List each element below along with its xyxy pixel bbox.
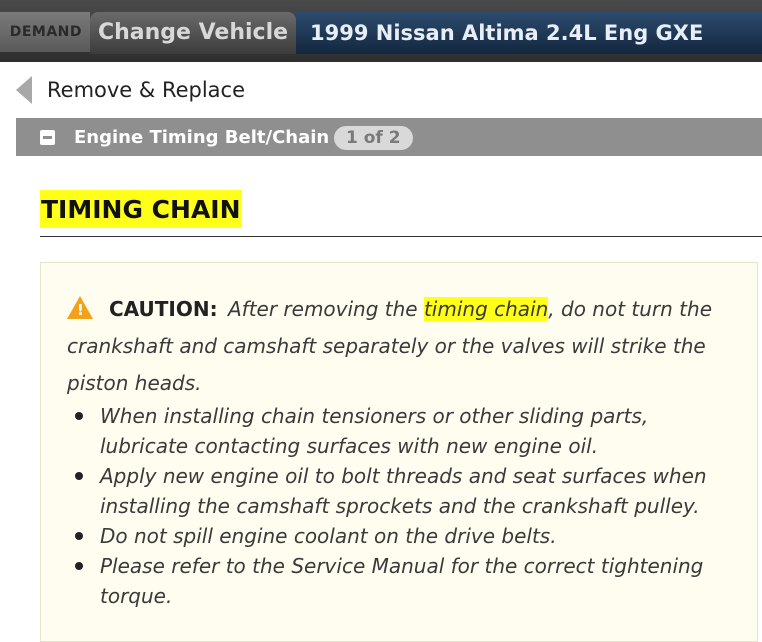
back-link-label[interactable]: Remove & Replace	[47, 78, 245, 102]
caution-label: CAUTION:	[109, 297, 218, 321]
caution-highlight: timing chain	[423, 297, 549, 321]
back-link[interactable]: Remove & Replace	[0, 70, 762, 112]
caution-bullet-list: When installing chain tensioners or othe…	[67, 401, 737, 611]
vehicle-title: 1999 Nissan Altima 2.4L Eng GXE	[296, 12, 762, 54]
list-item: Do not spill engine coolant on the drive…	[67, 521, 737, 551]
list-item: Apply new engine oil to bolt threads and…	[67, 461, 737, 521]
top-bar: DEMAND Change Vehicle 1999 Nissan Altima…	[0, 0, 762, 62]
back-arrow-icon[interactable]	[16, 76, 32, 104]
page-indicator[interactable]: 1 of 2	[334, 126, 413, 150]
section-header: Engine Timing Belt/Chain 1 of 2	[16, 118, 762, 156]
warning-icon	[67, 296, 93, 319]
list-item: When installing chain tensioners or othe…	[67, 401, 737, 461]
caution-paragraph: CAUTION: After removing the timing chain…	[67, 291, 737, 402]
heading-container: TIMING CHAIN	[40, 190, 762, 237]
page-heading: TIMING CHAIN	[40, 190, 242, 228]
brand-logo: DEMAND	[0, 12, 90, 52]
change-vehicle-button[interactable]: Change Vehicle	[90, 12, 296, 54]
caution-text-before: After removing the	[227, 297, 418, 321]
collapse-icon[interactable]	[40, 130, 55, 145]
section-title: Engine Timing Belt/Chain	[74, 127, 330, 148]
caution-box: CAUTION: After removing the timing chain…	[40, 262, 758, 642]
list-item: Please refer to the Service Manual for t…	[67, 551, 737, 611]
